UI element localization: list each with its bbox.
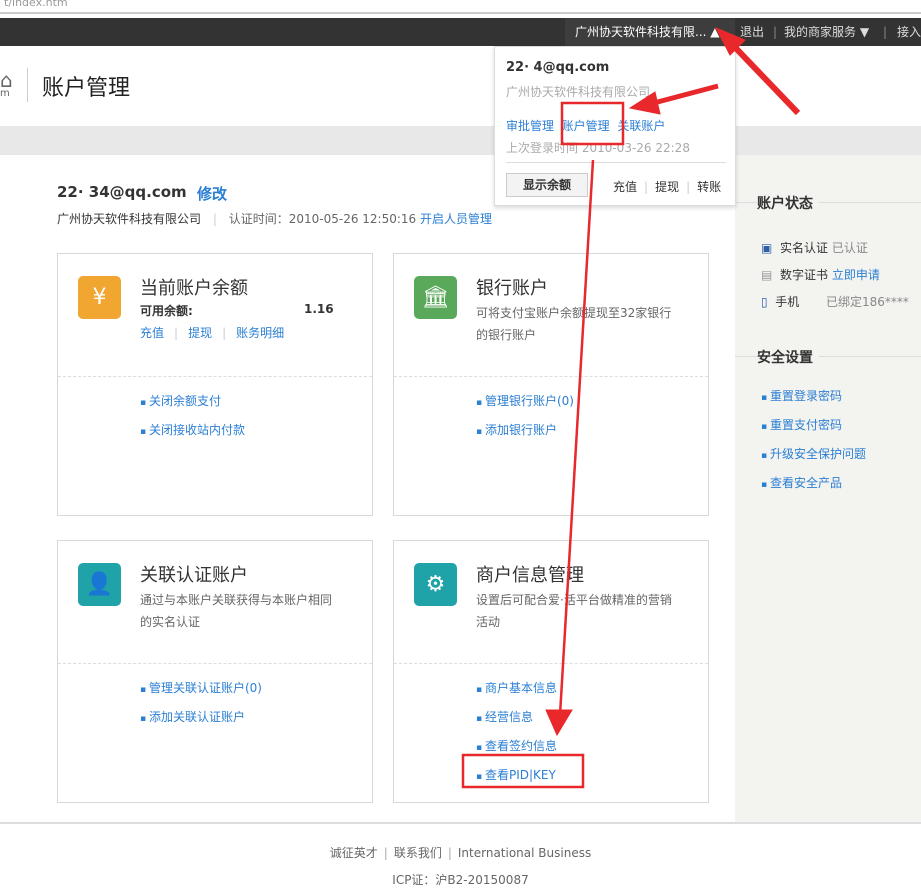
arrow-line [649, 83, 719, 107]
highlight-box [560, 101, 625, 146]
annotation-overlay [461, 27, 801, 789]
arrowhead [545, 709, 573, 737]
arrow-line [725, 37, 801, 116]
arrowhead [628, 91, 661, 115]
highlight-box [461, 753, 585, 789]
arrow-line [558, 159, 595, 716]
